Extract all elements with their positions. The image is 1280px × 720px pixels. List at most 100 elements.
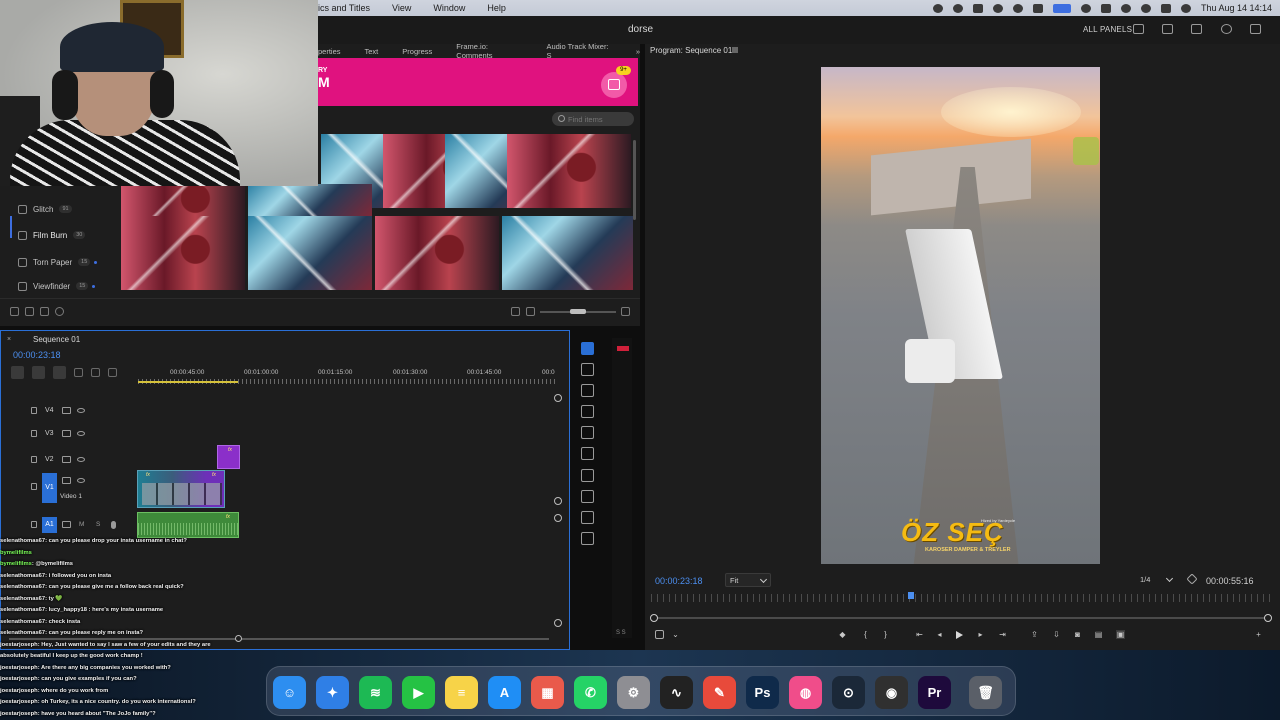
menu-view[interactable]: View	[392, 3, 411, 13]
panel-layout-icon[interactable]	[1133, 24, 1144, 34]
sequence-tab[interactable]: Sequence 01	[33, 335, 80, 344]
spotlight-icon[interactable]	[1140, 3, 1151, 13]
mute-button[interactable]: M	[79, 521, 84, 528]
microphone-icon[interactable]	[111, 521, 116, 529]
menu-icon[interactable]	[1191, 24, 1202, 34]
eye-icon[interactable]	[77, 457, 85, 462]
activity-monitor-icon[interactable]: ∿	[660, 676, 693, 709]
clip-a1[interactable]: fx	[137, 512, 239, 538]
find-items-input[interactable]	[568, 112, 630, 126]
safari-icon[interactable]: ✦	[316, 676, 349, 709]
source-patch-a1[interactable]: A1	[42, 517, 57, 533]
effect-thumbnail[interactable]	[375, 216, 499, 290]
export-frame-icon[interactable]: ◙	[1073, 630, 1082, 639]
lock-icon[interactable]	[31, 456, 37, 463]
pencil-app-icon[interactable]: ✎	[703, 676, 736, 709]
tab-progress[interactable]: Progress	[402, 47, 432, 56]
menubar-clock[interactable]: Thu Aug 14 14:14	[1201, 3, 1272, 13]
display-icon[interactable]	[1032, 3, 1043, 13]
status-icon-2[interactable]	[952, 3, 963, 13]
program-monitor-title[interactable]: Program: Sequence 01	[650, 46, 732, 55]
snap-magnet-icon[interactable]	[32, 366, 45, 379]
headphones-icon[interactable]	[992, 3, 1003, 13]
go-to-out-icon[interactable]: ⇥	[998, 630, 1007, 639]
work-area-bar[interactable]	[138, 381, 238, 383]
safe-margins-icon[interactable]	[655, 630, 664, 639]
lift-icon[interactable]: ⇪	[1030, 630, 1039, 639]
trash-icon[interactable]: 🗑	[969, 676, 1002, 709]
rectangle-tool-icon[interactable]	[581, 469, 594, 482]
effects-filter-icon[interactable]	[10, 307, 19, 316]
track-select-tool-icon[interactable]	[581, 363, 594, 376]
timeline-ruler[interactable]: 00:00:45:00 00:01:00:00 00:01:15:00 00:0…	[138, 369, 556, 387]
preset-filter-icon[interactable]	[55, 307, 64, 316]
go-to-in-icon[interactable]: ⇤	[915, 630, 924, 639]
thumbnail-size-slider[interactable]	[540, 309, 616, 314]
eye-icon[interactable]	[77, 478, 85, 483]
cart-button[interactable]: 9+	[601, 66, 631, 98]
category-film-burn[interactable]: Film Burn 30	[10, 224, 118, 246]
scroll-handle-end[interactable]	[1264, 614, 1272, 622]
status-icon-1[interactable]	[932, 3, 943, 13]
insert-nest-icon[interactable]	[11, 366, 24, 379]
siri-icon[interactable]	[1180, 3, 1191, 13]
menu-window[interactable]: Window	[433, 3, 465, 13]
lock-icon[interactable]	[31, 521, 37, 528]
battery-icon[interactable]	[1100, 3, 1111, 13]
photoshop-icon[interactable]: Ps	[746, 676, 779, 709]
button-editor-plus-icon[interactable]: +	[1254, 630, 1263, 639]
whatsapp-icon[interactable]: ✆	[574, 676, 607, 709]
razor-tool-icon[interactable]	[581, 405, 594, 418]
effect-thumbnail[interactable]	[248, 184, 372, 216]
premiere-pro-icon[interactable]: Pr	[918, 676, 951, 709]
source-patch-v1[interactable]: V1	[42, 473, 57, 503]
category-torn-paper[interactable]: Torn Paper 15	[10, 251, 118, 273]
effect-thumbnail[interactable]	[121, 184, 245, 216]
menu-graphics-and-titles[interactable]: ics and Titles	[318, 3, 370, 13]
timeline-timecode[interactable]: 00:00:23:18	[13, 350, 61, 360]
hand-tool-icon[interactable]	[581, 490, 594, 503]
type-tool-icon[interactable]	[581, 511, 594, 524]
notes-icon[interactable]: ≡	[445, 676, 478, 709]
expand-panel-icon[interactable]	[621, 307, 630, 316]
menu-help[interactable]: Help	[487, 3, 506, 13]
panel-menu-icon[interactable]	[732, 47, 738, 53]
lock-icon[interactable]	[31, 483, 37, 490]
category-viewfinder[interactable]: Viewfinder 15	[10, 277, 118, 295]
sync-lock-icon[interactable]	[62, 430, 71, 437]
v-scroll-handle-bottom[interactable]	[554, 497, 562, 505]
tab-properties[interactable]: perties	[318, 47, 341, 56]
status-icon-3[interactable]	[1012, 3, 1023, 13]
mark-out-icon[interactable]: }	[881, 630, 890, 639]
finder-icon[interactable]: ☺	[273, 676, 306, 709]
play-status-icon[interactable]	[1080, 3, 1091, 13]
selection-tool-icon[interactable]	[581, 342, 594, 355]
share-icon[interactable]	[1162, 24, 1173, 34]
category-glitch[interactable]: Glitch 91	[10, 198, 118, 220]
music-filter-icon[interactable]	[40, 307, 49, 316]
grid-view-icon[interactable]	[511, 307, 520, 316]
wifi-icon[interactable]	[1120, 3, 1131, 13]
proxy-toggle-icon[interactable]: ▣	[1116, 630, 1125, 639]
eye-icon[interactable]	[77, 408, 85, 413]
zoom-fit-select[interactable]: Fit	[725, 573, 771, 587]
spotify-icon[interactable]: ≋	[359, 676, 392, 709]
effect-thumbnail[interactable]	[248, 216, 372, 290]
tab-text[interactable]: Text	[365, 47, 379, 56]
control-center-icon[interactable]	[1160, 3, 1171, 13]
wrench-settings-icon[interactable]	[1186, 573, 1198, 585]
search-icon[interactable]	[1221, 24, 1232, 34]
zoom-scroll-bar[interactable]	[650, 614, 1272, 622]
effect-thumbnail[interactable]	[502, 216, 633, 290]
system-settings-icon[interactable]: ⚙	[617, 676, 650, 709]
find-items-search[interactable]	[552, 112, 634, 126]
add-marker-icon[interactable]: ◆	[838, 630, 847, 639]
pen-tool-icon[interactable]	[581, 447, 594, 460]
play-icon[interactable]	[956, 631, 963, 639]
chevron-down-icon[interactable]: ⌄	[671, 630, 680, 639]
monitor-time-ruler[interactable]	[651, 594, 1271, 602]
tabs-overflow-icon[interactable]: »	[636, 47, 640, 56]
screen-mirror-icon[interactable]	[1052, 3, 1071, 13]
clip-v2[interactable]: fx	[217, 445, 240, 469]
image-filter-icon[interactable]	[25, 307, 34, 316]
